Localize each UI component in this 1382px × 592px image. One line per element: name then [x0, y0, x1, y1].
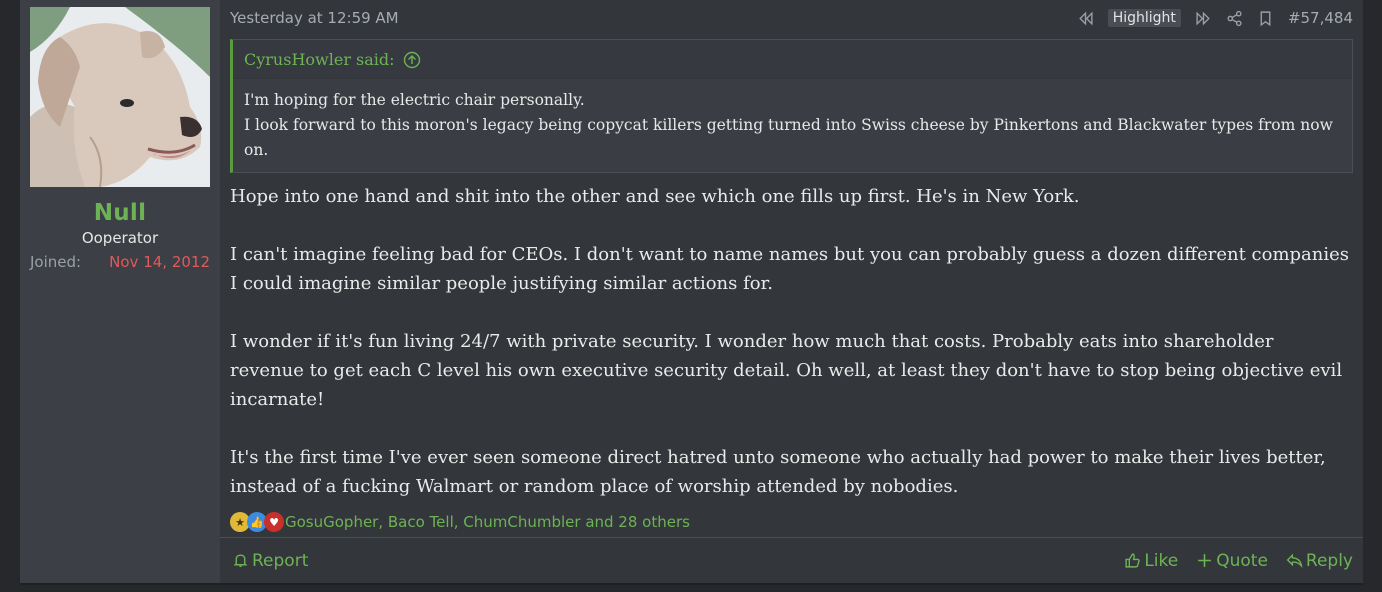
message-body: Hope into one hand and shit into the oth… [230, 182, 1353, 501]
quote-line: I'm hoping for the electric chair person… [244, 91, 585, 109]
avatar[interactable] [30, 7, 210, 187]
previous-highlight-icon[interactable] [1077, 10, 1094, 27]
quote-line: I look forward to this moron's legacy be… [244, 116, 1333, 159]
message-paragraph: I can't imagine feeling bad for CEOs. I … [230, 244, 1350, 294]
post-footer: Report Like Quote Reply [220, 537, 1363, 583]
bell-icon [233, 554, 248, 568]
joined-date: Nov 14, 2012 [109, 253, 210, 271]
quote-author[interactable]: CyrusHowler said: [244, 50, 395, 69]
reply-button[interactable]: Reply [1286, 551, 1353, 571]
message-paragraph: Hope into one hand and shit into the oth… [230, 186, 1080, 207]
share-icon[interactable] [1226, 10, 1243, 27]
joined-label: Joined: [30, 253, 82, 271]
bookmark-icon[interactable] [1257, 10, 1274, 27]
plus-icon [1198, 554, 1212, 567]
reaction-users[interactable]: GosuGopher, Baco Tell, ChumChumbler and … [285, 513, 690, 531]
post-header-actions: Highlight #57,484 [1077, 9, 1353, 27]
quote-block: CyrusHowler said: I'm hoping for the ele… [230, 39, 1353, 173]
next-highlight-icon[interactable] [1195, 10, 1212, 27]
like-button[interactable]: Like [1124, 551, 1178, 571]
quote-header[interactable]: CyrusHowler said: [233, 40, 1352, 79]
highlight-button[interactable]: Highlight [1107, 9, 1181, 27]
message-paragraph: It's the first time I've ever seen someo… [230, 447, 1326, 497]
go-to-quoted-icon[interactable] [403, 51, 421, 69]
quote-label: Quote [1216, 550, 1268, 571]
post-header: Yesterday at 12:59 AM Highlight #57,484 [230, 6, 1353, 30]
message-paragraph: I wonder if it's fun living 24/7 with pr… [230, 331, 1343, 410]
quote-button[interactable]: Quote [1196, 551, 1268, 571]
reaction-icons[interactable]: ★ 👍 ♥ [230, 512, 284, 532]
user-title: Ooperator [81, 229, 159, 247]
report-button[interactable]: Report [232, 551, 308, 571]
post-date[interactable]: Yesterday at 12:59 AM [230, 9, 399, 27]
quote-body: I'm hoping for the electric chair person… [233, 79, 1352, 172]
user-cell: Null Ooperator Joined: Nov 14, 2012 [20, 0, 220, 583]
reactions-bar[interactable]: ★ 👍 ♥ GosuGopher, Baco Tell, ChumChumble… [230, 508, 1353, 536]
post-main: Yesterday at 12:59 AM Highlight #57,484 [220, 0, 1363, 583]
joined-row: Joined: Nov 14, 2012 [30, 253, 210, 271]
report-label: Report [252, 550, 309, 571]
footer-actions: Like Quote Reply [1124, 551, 1353, 571]
thumbs-up-icon [1125, 553, 1141, 568]
user-name[interactable]: Null [30, 200, 210, 226]
post: Null Ooperator Joined: Nov 14, 2012 Yest… [20, 0, 1363, 585]
heart-icon: ♥ [264, 512, 284, 532]
post-number[interactable]: #57,484 [1288, 9, 1353, 27]
reply-label: Reply [1305, 550, 1353, 571]
like-label: Like [1144, 550, 1179, 571]
reply-icon [1286, 553, 1303, 569]
